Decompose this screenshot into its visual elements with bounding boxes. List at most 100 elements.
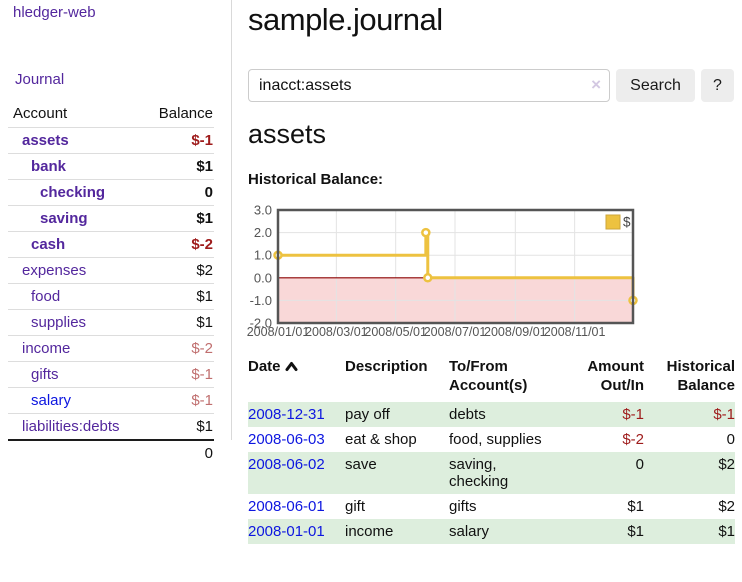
account-row-cash: cash $-2	[8, 232, 214, 258]
accounts-table: Account Balance assets $-1 bank $1 check…	[8, 101, 214, 466]
accounts-header-account: Account	[8, 101, 142, 128]
data-point-marker[interactable]	[424, 274, 431, 281]
transaction-amount: $1	[569, 494, 644, 519]
account-link-saving[interactable]: saving	[40, 210, 88, 227]
account-balance: $-2	[142, 232, 214, 258]
page-title: sample.journal	[248, 2, 443, 38]
account-row-food: food $1	[8, 284, 214, 310]
register-row: 2008-06-03 eat & shop food, supplies $-2…	[248, 427, 735, 452]
transaction-date-link[interactable]: 2008-01-01	[248, 523, 325, 540]
transaction-description: income	[345, 519, 449, 544]
account-link-bank[interactable]: bank	[31, 158, 66, 175]
transaction-date-link[interactable]: 2008-06-01	[248, 498, 325, 515]
data-point-marker[interactable]	[422, 229, 429, 236]
transaction-accounts: food, supplies	[449, 427, 569, 452]
account-link-assets[interactable]: assets	[22, 132, 69, 149]
y-tick-label: 2.0	[254, 225, 272, 240]
account-row-supplies: supplies $1	[8, 310, 214, 336]
transaction-accounts: salary	[449, 519, 569, 544]
account-row-checking: checking 0	[8, 180, 214, 206]
accounts-header-row: Account Balance	[8, 101, 214, 128]
account-link-gifts[interactable]: gifts	[31, 366, 59, 383]
sort-ascending-icon	[285, 358, 298, 377]
help-button[interactable]: ?	[701, 69, 734, 102]
y-tick-label: 3.0	[254, 203, 272, 218]
transaction-balance: $2	[644, 494, 735, 519]
y-tick-label: 0.0	[254, 270, 272, 285]
account-balance: $-2	[142, 336, 214, 362]
clear-search-icon[interactable]: ×	[591, 75, 601, 95]
account-balance: $1	[142, 206, 214, 232]
register-row: 2008-01-01 income salary $1 $1	[248, 519, 735, 544]
register-header-date[interactable]: Date	[248, 355, 345, 402]
transaction-amount: $1	[569, 519, 644, 544]
account-row-bank: bank $1	[8, 154, 214, 180]
account-balance: $-1	[142, 128, 214, 154]
transaction-date-link[interactable]: 2008-12-31	[248, 406, 325, 423]
account-link-food[interactable]: food	[31, 288, 60, 305]
account-row-expenses: expenses $2	[8, 258, 214, 284]
transaction-description: save	[345, 452, 449, 494]
account-balance: $-1	[142, 362, 214, 388]
transaction-balance: $2	[644, 452, 735, 494]
x-tick-label: 2008/03/01	[305, 325, 368, 339]
transaction-description: eat & shop	[345, 427, 449, 452]
balance-chart[interactable]: 3.02.01.00.0-1.0-2.02008/01/012008/03/01…	[248, 201, 668, 341]
accounts-header-balance: Balance	[142, 101, 214, 128]
account-balance: $2	[142, 258, 214, 284]
transaction-accounts: gifts	[449, 494, 569, 519]
account-link-cash[interactable]: cash	[31, 236, 65, 253]
legend-label: $	[623, 215, 631, 230]
register-table: Date Description To/From Account(s) Amou…	[248, 355, 735, 544]
account-balance: $1	[142, 154, 214, 180]
account-balance: $-1	[142, 388, 214, 414]
search-button[interactable]: Search	[616, 69, 695, 102]
chart-title: Historical Balance:	[248, 171, 383, 188]
register-header-historical: Historical Balance	[644, 355, 735, 402]
transaction-date-link[interactable]: 2008-06-03	[248, 431, 325, 448]
sidebar-item-journal[interactable]: Journal	[15, 71, 64, 88]
register-header-description: Description	[345, 355, 449, 402]
legend-swatch	[606, 215, 620, 229]
x-tick-label: 2008/05/01	[364, 325, 427, 339]
account-row-income: income $-2	[8, 336, 214, 362]
account-row-salary: salary $-1	[8, 388, 214, 414]
account-link-supplies[interactable]: supplies	[31, 314, 86, 331]
transaction-amount: $-2	[569, 427, 644, 452]
transaction-amount: 0	[569, 452, 644, 494]
account-balance: $1	[142, 414, 214, 441]
account-link-salary[interactable]: salary	[31, 392, 71, 409]
register-header-row: Date Description To/From Account(s) Amou…	[248, 355, 735, 402]
transaction-date-link[interactable]: 2008-06-02	[248, 456, 325, 473]
accounts-total-row: 0	[8, 440, 214, 466]
register-row: 2008-06-01 gift gifts $1 $2	[248, 494, 735, 519]
search-input[interactable]	[248, 69, 610, 102]
register-row: 2008-12-31 pay off debts $-1 $-1	[248, 402, 735, 427]
register-header-tofrom: To/From Account(s)	[449, 355, 569, 402]
register-header-date-label: Date	[248, 358, 281, 375]
transaction-balance: 0	[644, 427, 735, 452]
y-tick-label: 1.0	[254, 248, 272, 263]
register-header-amount: Amount Out/In	[569, 355, 644, 402]
register-row: 2008-06-02 save saving, checking 0 $2	[248, 452, 735, 494]
app-title-link[interactable]: hledger-web	[13, 4, 96, 21]
account-balance: $1	[142, 310, 214, 336]
account-link-liabilities-debts[interactable]: liabilities:debts	[22, 418, 120, 435]
account-link-checking[interactable]: checking	[40, 184, 105, 201]
x-tick-label: 2008/11/01	[544, 325, 606, 339]
accounts-total-value: 0	[142, 440, 214, 466]
x-tick-label: 2008/09/01	[484, 325, 547, 339]
account-link-income[interactable]: income	[22, 340, 70, 357]
transaction-accounts: saving, checking	[449, 452, 569, 494]
account-row-saving: saving $1	[8, 206, 214, 232]
account-row-assets: assets $-1	[8, 128, 214, 154]
x-tick-label: 2008/01/01	[247, 325, 310, 339]
account-row-liabilities-debts: liabilities:debts $1	[8, 414, 214, 441]
sidebar: hledger-web Journal Account Balance asse…	[0, 0, 232, 440]
account-link-expenses[interactable]: expenses	[22, 262, 86, 279]
account-balance: 0	[142, 180, 214, 206]
transaction-description: gift	[345, 494, 449, 519]
transaction-balance: $-1	[644, 402, 735, 427]
transaction-accounts: debts	[449, 402, 569, 427]
x-tick-label: 2008/07/01	[424, 325, 487, 339]
